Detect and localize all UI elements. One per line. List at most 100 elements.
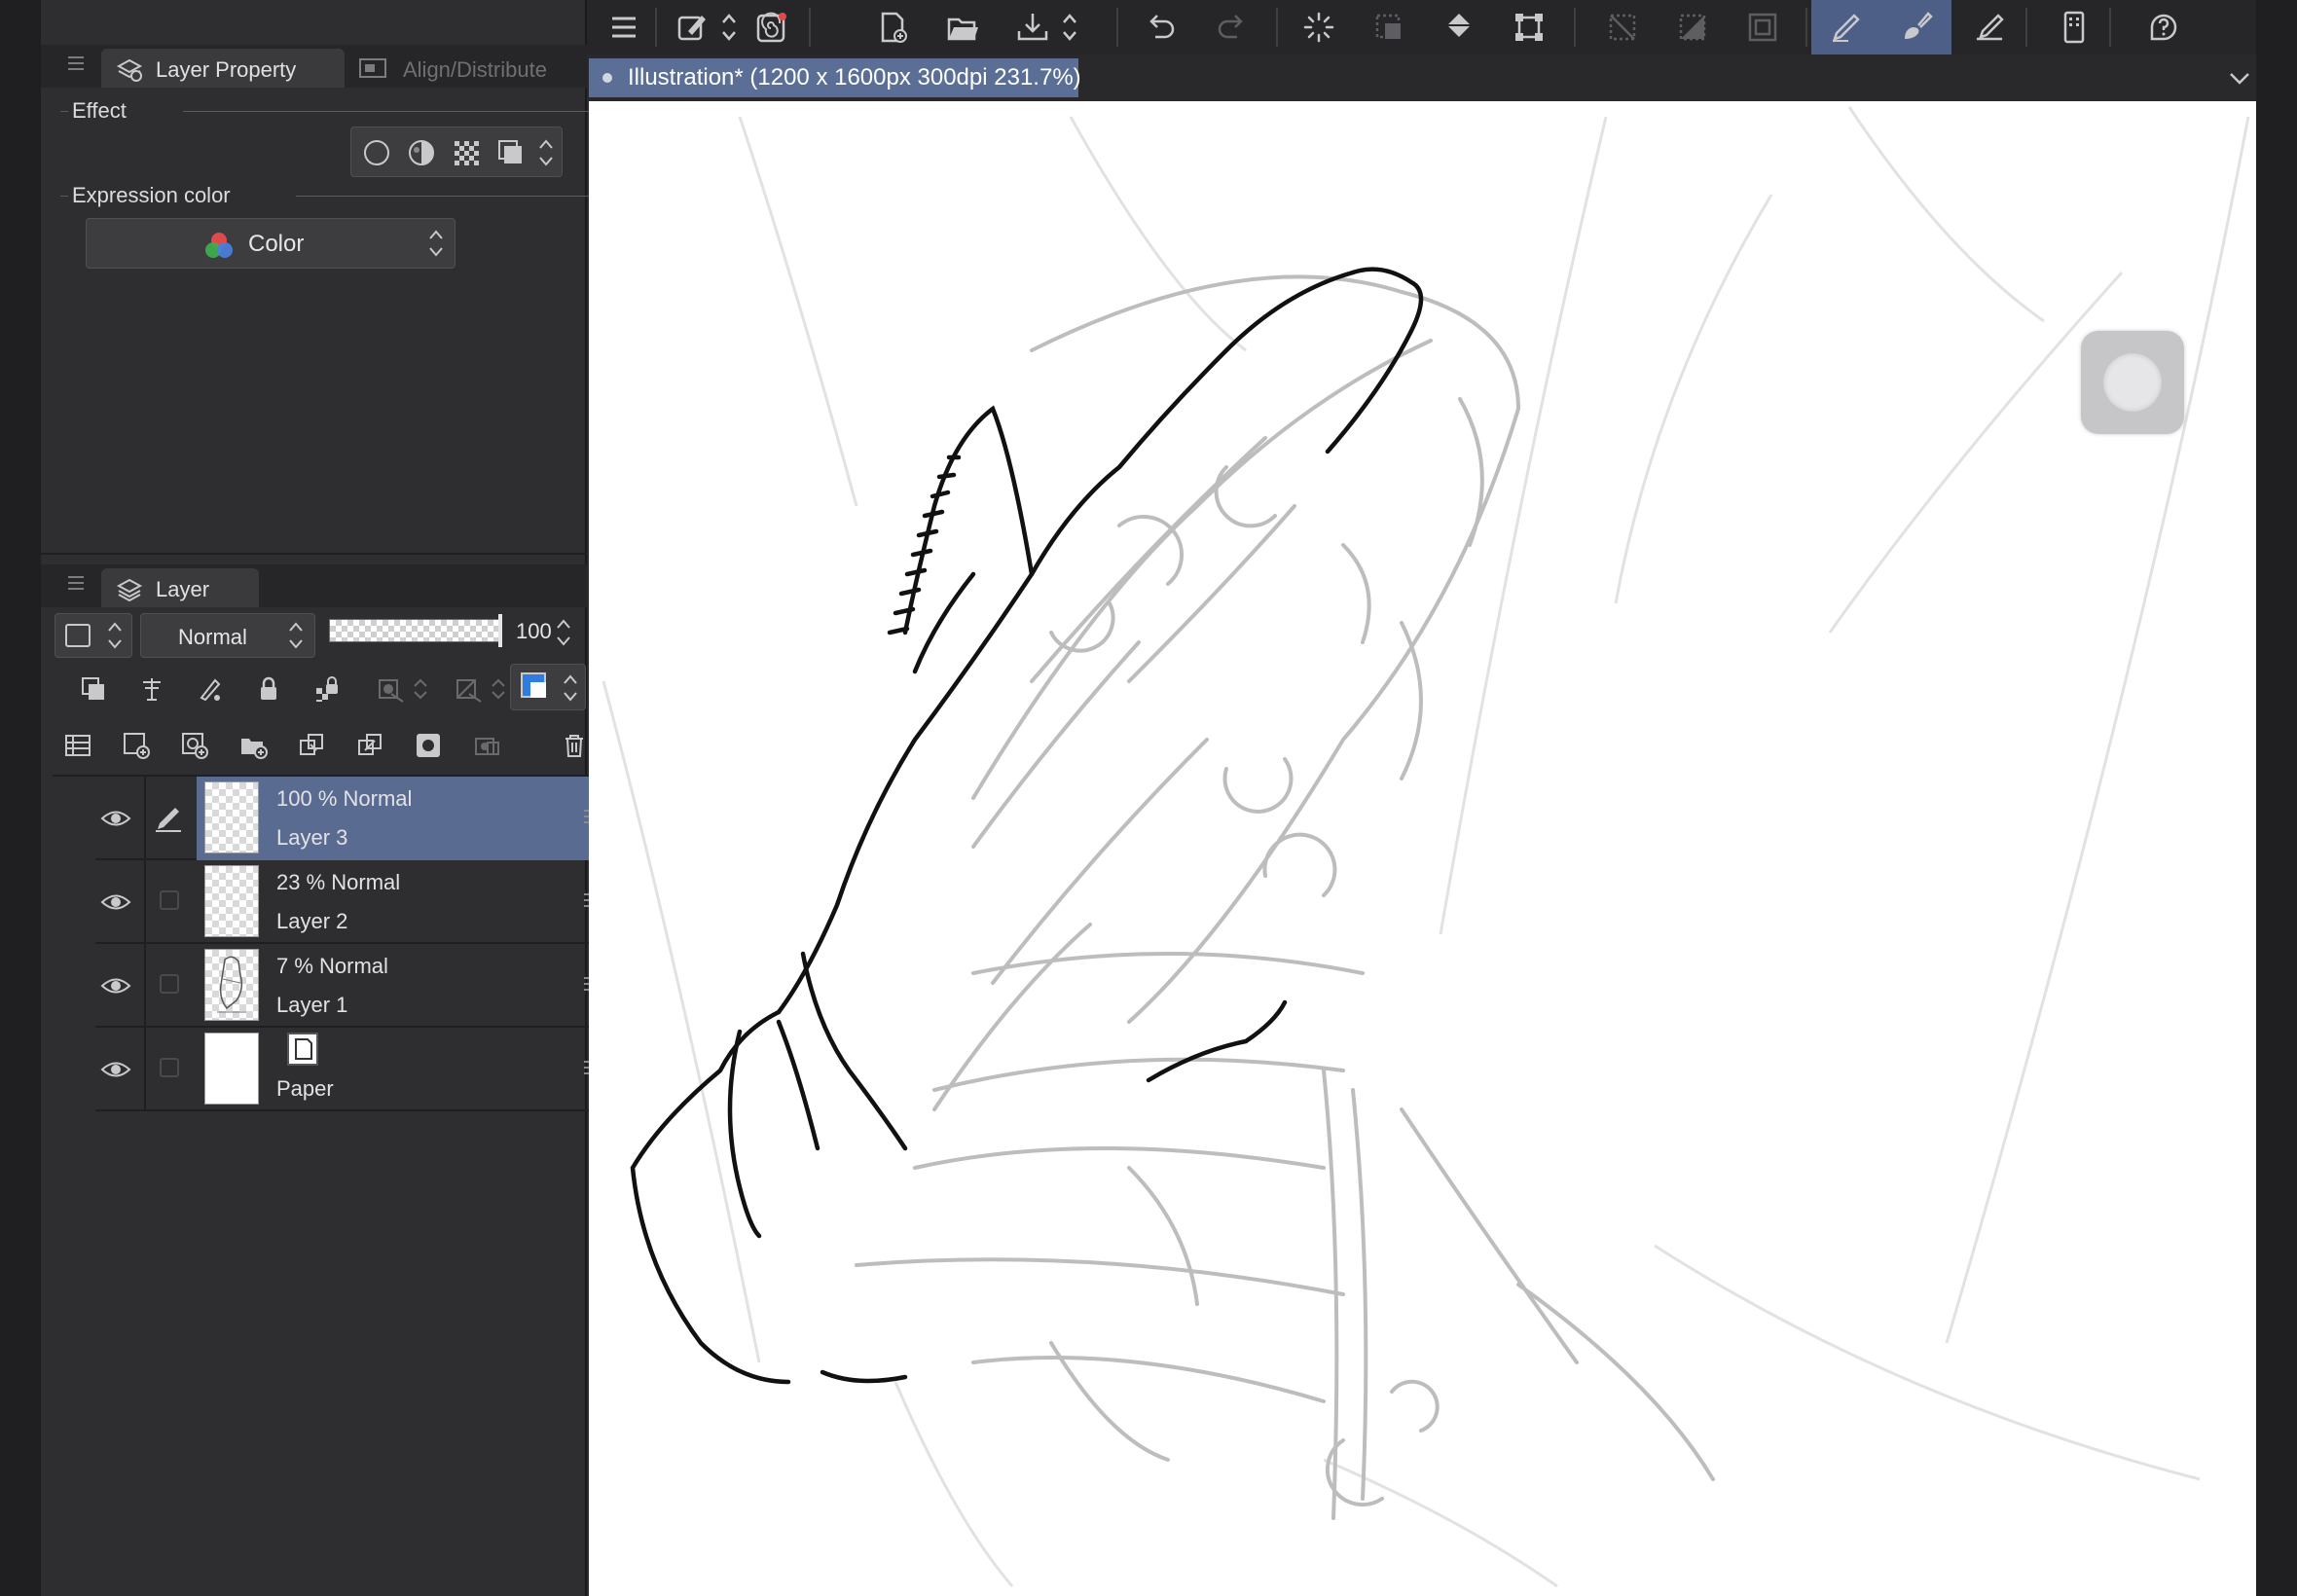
layer-name: Layer 3 (276, 825, 348, 850)
layer-row-divider (144, 777, 146, 860)
layer-edit-checkbox[interactable] (160, 890, 179, 910)
save-icon[interactable] (1009, 4, 1056, 51)
opacity-arrows-icon[interactable] (555, 615, 572, 650)
selection-border-icon[interactable] (1739, 4, 1786, 51)
toolbar-separator (1574, 8, 1576, 47)
undo-icon[interactable] (1138, 4, 1185, 51)
apply-mask-disabled-icon[interactable] (465, 724, 508, 767)
spiral-icon[interactable] (748, 4, 795, 51)
document-title: Illustration* (1200 x 1600px 300dpi 231.… (628, 64, 1081, 91)
transform-icon[interactable] (1506, 4, 1552, 51)
eye-icon[interactable] (99, 886, 132, 919)
layer-opacity-blend: 7 % Normal (276, 954, 388, 978)
floating-action-button[interactable] (2081, 331, 2184, 434)
select-arrows-icon (429, 230, 443, 257)
effect-rule-left (60, 111, 68, 112)
expand-arrows-icon[interactable] (1054, 4, 1085, 51)
layer-edit-checkbox[interactable] (160, 974, 179, 994)
invert-selection-icon[interactable] (1669, 4, 1716, 51)
panel-menu-icon[interactable] (68, 56, 84, 70)
tab-align-distribute[interactable]: Align/Distribute (348, 49, 553, 88)
layer-color-select[interactable] (55, 613, 132, 658)
new-raster-layer-icon[interactable] (115, 724, 158, 767)
help-icon[interactable] (2140, 4, 2187, 51)
layer-panel-menu-icon[interactable] (68, 576, 84, 590)
reference-layer-icon[interactable] (130, 668, 173, 710)
layer-color-toggle[interactable] (510, 664, 586, 710)
toolbar-separator (1805, 8, 1807, 47)
chevron-down-icon[interactable] (2226, 64, 2253, 91)
layer-row-layer-2[interactable]: 23 % Normal Layer 2 (95, 860, 611, 944)
pen-tool-icon[interactable] (1811, 0, 1881, 54)
layer-thumbnail (204, 781, 259, 853)
blend-mode-select[interactable]: Normal (140, 613, 315, 658)
brush-tool-icon[interactable] (1881, 0, 1951, 54)
left-panel: Layer Property Align/Distribute Effect E… (41, 0, 611, 1596)
property-tab-header: Layer Property Align/Distribute (41, 45, 587, 88)
document-tab[interactable]: Illustration* (1200 x 1600px 300dpi 231.… (589, 58, 1081, 97)
deselect-icon[interactable] (1599, 4, 1646, 51)
layer-row-layer-1[interactable]: 7 % Normal Layer 1 (95, 944, 611, 1028)
layer-mask-icon[interactable] (407, 724, 450, 767)
layer-1-sketch-thumbnail (217, 956, 246, 1013)
toolbar-separator (809, 8, 811, 47)
layer-palette-icon[interactable] (56, 724, 99, 767)
effect-more-arrows-icon[interactable] (532, 133, 560, 172)
expand-arrows-icon[interactable] (713, 4, 745, 51)
layer-row-paper[interactable]: Paper (95, 1028, 611, 1111)
fill-bucket-icon[interactable] (1436, 4, 1482, 51)
layers-icon (116, 578, 143, 602)
loading-spinner-icon[interactable] (1295, 4, 1342, 51)
transfer-down-icon[interactable] (290, 724, 333, 767)
expression-rule (296, 196, 602, 197)
clip-layer-icon[interactable] (72, 668, 115, 710)
floating-button-circle-icon (2103, 353, 2162, 412)
expression-color-select[interactable]: Color (86, 218, 456, 269)
draft-layer-icon[interactable] (189, 668, 232, 710)
layer-row-divider (144, 860, 146, 944)
tab-align-distribute-label: Align/Distribute (403, 57, 547, 82)
new-folder-icon[interactable] (232, 724, 274, 767)
effect-buttons-group (350, 127, 563, 177)
layer-row-divider (144, 944, 146, 1028)
layer-tab-header: Layer (41, 564, 587, 607)
tab-layer-property[interactable]: Layer Property (101, 49, 345, 88)
merge-down-icon[interactable] (348, 724, 391, 767)
layer-name: Layer 1 (276, 993, 348, 1017)
device-icon[interactable] (2051, 4, 2097, 51)
right-edge-strip (2256, 0, 2297, 1596)
hand-sketch (602, 106, 2250, 1588)
effect-extract-line-icon[interactable] (492, 133, 530, 172)
open-folder-icon[interactable] (939, 4, 986, 51)
layer-row-layer-3[interactable]: 100 % Normal Layer 3 (95, 777, 611, 860)
select-frame-icon[interactable] (1366, 4, 1412, 51)
layer-name: Layer 2 (276, 909, 348, 933)
eye-icon[interactable] (99, 802, 132, 835)
effect-tone-icon[interactable] (402, 133, 441, 172)
mask-disabled-icon[interactable] (364, 668, 446, 710)
toolbar-separator (2025, 8, 2027, 47)
effect-label: Effect (72, 98, 127, 123)
menu-icon[interactable] (601, 4, 647, 51)
effect-dither-icon[interactable] (447, 133, 486, 172)
tab-layer[interactable]: Layer (101, 568, 259, 607)
pen-settings-icon[interactable] (669, 4, 715, 51)
lock-transparent-icon[interactable] (306, 668, 348, 710)
layer-row-divider (144, 1028, 146, 1111)
lock-icon[interactable] (247, 668, 290, 710)
expression-rule-left (60, 196, 68, 197)
redo-icon[interactable] (1208, 4, 1255, 51)
opacity-value[interactable]: 100 (516, 619, 552, 644)
layer-edit-checkbox[interactable] (160, 1058, 179, 1077)
new-canvas-icon[interactable] (869, 4, 916, 51)
effect-border-icon[interactable] (357, 133, 396, 172)
drawing-canvas[interactable] (589, 101, 2256, 1596)
layer-opacity-blend: 100 % Normal (276, 786, 413, 811)
eraser-tool-icon[interactable] (1967, 4, 2014, 51)
new-vector-layer-icon[interactable] (173, 724, 216, 767)
effect-rule (183, 111, 602, 112)
opacity-slider-handle[interactable] (498, 614, 502, 647)
eye-icon[interactable] (99, 1053, 132, 1086)
opacity-slider[interactable] (329, 614, 502, 647)
eye-icon[interactable] (99, 969, 132, 1002)
